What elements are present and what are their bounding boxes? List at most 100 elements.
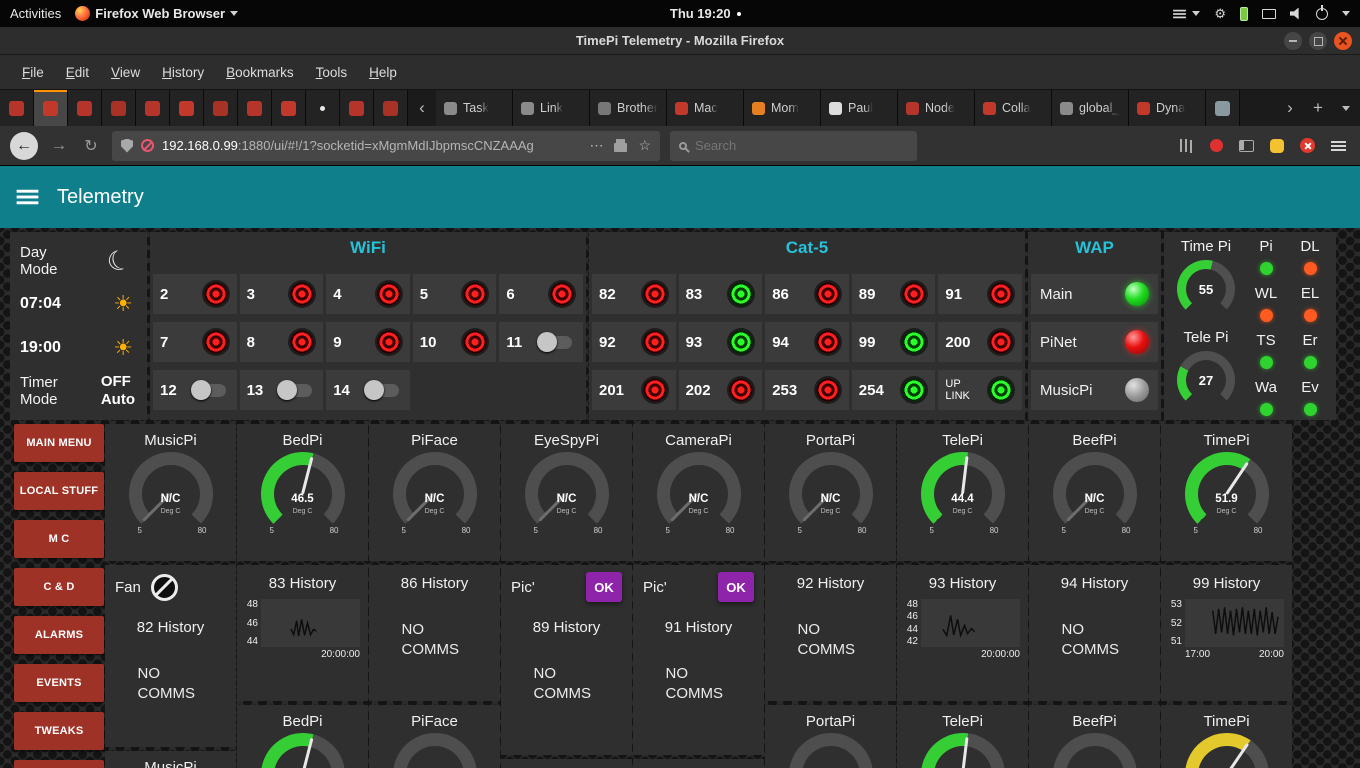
dashboard-menu-icon[interactable] [16, 188, 39, 205]
menu-bookmarks[interactable]: Bookmarks [216, 60, 304, 85]
gauge: 44.4 Deg C 5 80 [913, 452, 1013, 538]
indicator-label: 2 [160, 285, 169, 303]
sidebar-button-main-menu[interactable]: MAIN MENU [14, 424, 104, 462]
tab-brother[interactable]: Brother [590, 90, 667, 126]
led-red-icon [288, 280, 317, 308]
tab-paul[interactable]: Paul [821, 90, 898, 126]
tab-scroll-left-button[interactable]: ‹ [408, 90, 436, 126]
toggle-switch[interactable] [536, 331, 572, 352]
sidebar-button-alarms[interactable]: ALARMS [14, 616, 104, 654]
activities-button[interactable]: Activities [10, 6, 61, 21]
shield-icon[interactable] [121, 138, 133, 153]
sidebar-button-m-c[interactable]: M C [14, 520, 104, 558]
tab-colla[interactable]: Colla [975, 90, 1052, 126]
menu-tools[interactable]: Tools [306, 60, 358, 85]
tab[interactable] [272, 90, 306, 126]
ok-button[interactable]: OK [586, 572, 622, 602]
chart-ytick: 48 [906, 599, 918, 610]
history-title: 86 History [400, 575, 469, 592]
tab-favicon [1215, 100, 1230, 116]
input-source-menu[interactable] [1172, 8, 1201, 20]
menu-edit[interactable]: Edit [56, 60, 99, 85]
tab[interactable] [306, 90, 340, 126]
tab-mac[interactable]: Mac [667, 90, 744, 126]
sidebar-button-tweaks[interactable]: TWEAKS [14, 712, 104, 750]
bottom-gauge-panel-bedpi: BedPi 46.5Deg C580 [237, 705, 368, 768]
page-actions-icon[interactable]: ⋯ [589, 137, 603, 154]
gauge-ring [260, 733, 345, 768]
minimize-button[interactable] [1284, 32, 1302, 50]
blocked-content-icon[interactable] [141, 139, 154, 152]
search-bar[interactable] [670, 130, 917, 161]
hamburger-menu-icon[interactable] [1331, 140, 1346, 152]
volume-indicator[interactable] [1290, 7, 1302, 20]
tab[interactable] [204, 90, 238, 126]
dash-column-timepi: TimePi 51.9 Deg C 5 80 99 History 53 52 51 17:00 2… [1161, 424, 1292, 768]
sidebar-button-events[interactable]: EVENTS [14, 664, 104, 702]
stop-button-icon[interactable] [1300, 138, 1315, 153]
tab-scroll-right-button[interactable]: › [1276, 90, 1304, 126]
tab-mom[interactable]: Mom [744, 90, 821, 126]
app-menu-button[interactable]: Firefox Web Browser [75, 6, 239, 21]
library-icon[interactable] [1180, 139, 1194, 152]
network-indicator[interactable] [1262, 8, 1276, 19]
tab-global-s[interactable]: global_s [1052, 90, 1129, 126]
wap-row-pinet: PiNet [1031, 322, 1158, 362]
reload-button[interactable]: ↻ [80, 136, 102, 156]
tab[interactable] [102, 90, 136, 126]
led-green-icon [986, 376, 1015, 404]
gauge-panel-beefpi: BeefPi N/C Deg C 5 80 [1029, 424, 1160, 561]
bookmark-star-icon[interactable]: ☆ [638, 137, 651, 154]
printer-icon[interactable] [614, 138, 628, 152]
day-mode-group: Day Mode ☾ 07:04 ☀ 19:00 ☀ Timer Mode OF… [10, 232, 147, 420]
ok-button[interactable]: OK [718, 572, 754, 602]
status-leds: Pi DL WL EL TS Er Wa Ev [1244, 236, 1332, 420]
back-button[interactable]: ← [10, 131, 38, 160]
all-tabs-button[interactable] [1332, 90, 1360, 126]
tab[interactable] [340, 90, 374, 126]
menu-help[interactable]: Help [359, 60, 407, 85]
tab-task[interactable]: Task [436, 90, 513, 126]
url-bar[interactable]: 192.168.0.99:1880/ui/#!/1?socketid=xMgmM… [112, 130, 660, 161]
toggle-switch[interactable] [277, 379, 313, 400]
pocket-icon[interactable] [1270, 138, 1284, 153]
chevron-down-icon[interactable] [1342, 11, 1350, 16]
tab-node[interactable]: Node [898, 90, 975, 126]
toggle-switch[interactable] [363, 379, 399, 400]
gauge: 52Deg C580 [1177, 733, 1277, 768]
indicator-cell-6: 6 [499, 274, 583, 314]
led-orange-icon [1303, 309, 1317, 322]
close-button[interactable] [1334, 32, 1352, 50]
tab[interactable] [0, 90, 34, 126]
clock-button[interactable]: Thu 19:20 [670, 6, 741, 21]
search-input[interactable] [695, 138, 908, 153]
record-indicator-icon[interactable] [1210, 139, 1223, 152]
tab-favicon [9, 100, 24, 116]
menu-file[interactable]: File [12, 60, 54, 85]
sidebar-button-local-stuff[interactable]: LOCAL STUFF [14, 472, 104, 510]
tab-link[interactable]: Link [513, 90, 590, 126]
tab[interactable] [374, 90, 408, 126]
gear-icon[interactable]: ⚙ [1214, 6, 1226, 22]
sidebar-button-c-d[interactable]: C & D [14, 568, 104, 606]
tab[interactable] [238, 90, 272, 126]
menu-history[interactable]: History [152, 60, 214, 85]
sidebar-toggle-icon[interactable] [1239, 139, 1254, 152]
maximize-button[interactable] [1309, 32, 1327, 50]
tab[interactable] [136, 90, 170, 126]
tab-favicon [521, 101, 534, 115]
led-green-icon [1125, 282, 1149, 306]
power-menu[interactable] [1316, 7, 1328, 20]
sidebar-button-partial[interactable] [14, 760, 104, 768]
tab[interactable] [68, 90, 102, 126]
new-tab-button[interactable]: + [1304, 90, 1332, 126]
tab-dyna[interactable]: Dyna [1129, 90, 1206, 126]
menu-view[interactable]: View [101, 60, 150, 85]
forward-button[interactable]: → [48, 137, 70, 155]
tab[interactable] [34, 90, 68, 126]
toggle-switch[interactable] [190, 379, 226, 400]
battery-indicator[interactable] [1240, 6, 1248, 21]
tab[interactable] [1206, 90, 1240, 126]
indicator-cell-up-link: UP LINK [938, 370, 1022, 410]
tab[interactable] [170, 90, 204, 126]
